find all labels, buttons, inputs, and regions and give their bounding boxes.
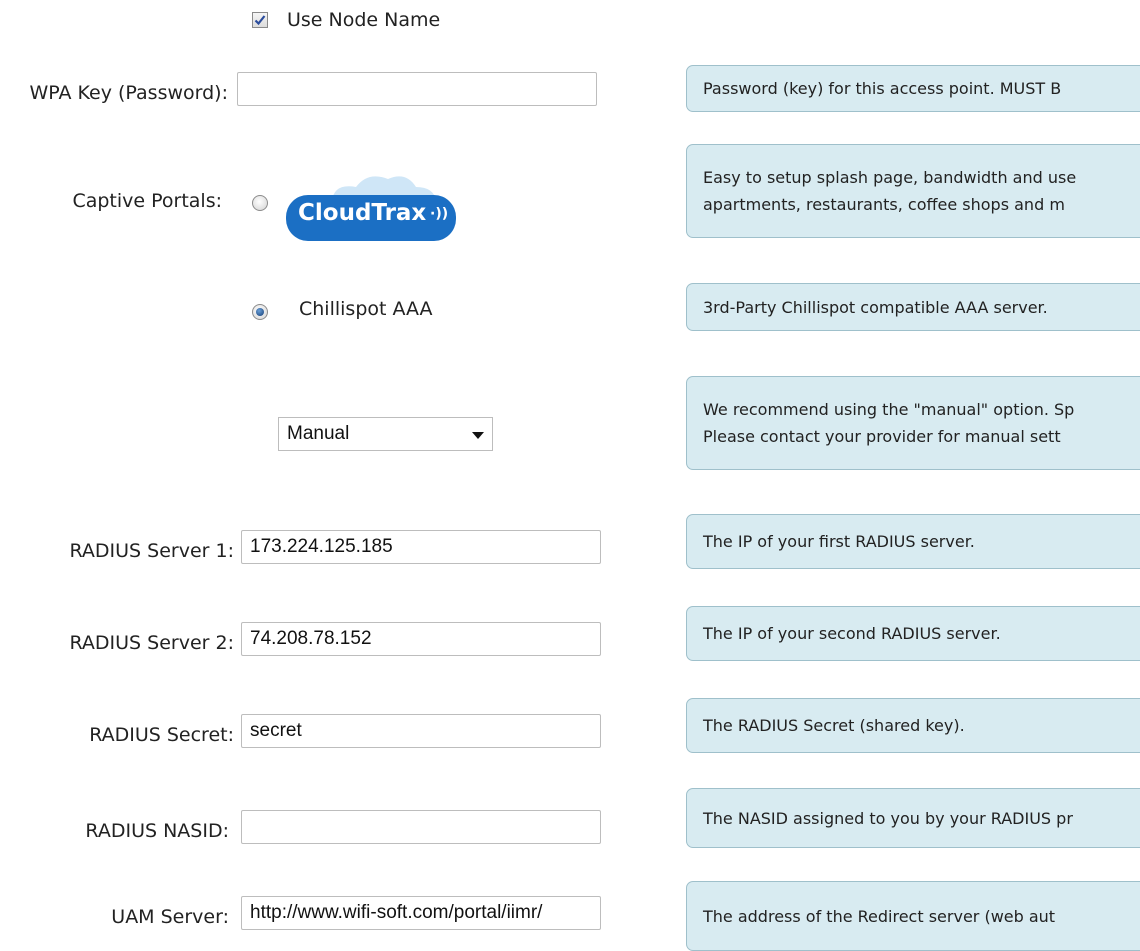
radius-secret-input[interactable] [241,714,601,748]
cloudtrax-radio[interactable] [252,195,268,211]
mode-select-value: Manual [287,423,350,444]
help-chillispot: 3rd-Party Chillispot compatible AAA serv… [686,283,1140,331]
captive-portals-label: Captive Portals: [72,190,222,212]
radius-nasid-label: RADIUS NASID: [85,820,229,842]
radius-nasid-input[interactable] [241,810,601,844]
help-radius-server-1: The IP of your first RADIUS server. [686,514,1140,569]
help-cloudtrax: Easy to setup splash page, bandwidth and… [686,144,1140,238]
checkmark-icon [254,15,266,26]
help-wpa-key: Password (key) for this access point. MU… [686,65,1140,112]
wpa-key-input[interactable] [237,72,597,106]
radio-selected-dot-icon [256,308,264,316]
chillispot-radio[interactable] [252,304,268,320]
wifi-waves-icon: ·)) [430,206,449,222]
radius-server-2-input[interactable] [241,622,601,656]
wpa-key-label: WPA Key (Password): [29,82,228,104]
help-manual: We recommend using the "manual" option. … [686,376,1140,470]
radius-server-1-label: RADIUS Server 1: [69,540,234,562]
use-node-name-checkbox[interactable] [252,12,268,28]
help-radius-secret: The RADIUS Secret (shared key). [686,698,1140,753]
mode-select[interactable]: Manual [278,417,493,451]
radius-secret-label: RADIUS Secret: [89,724,234,746]
use-node-name-label: Use Node Name [287,9,441,31]
chillispot-label: Chillispot AAA [299,298,433,320]
chevron-down-icon [472,432,484,439]
radius-server-1-input[interactable] [241,530,601,564]
uam-server-label: UAM Server: [111,906,229,928]
help-radius-nasid: The NASID assigned to you by your RADIUS… [686,788,1140,848]
uam-server-input[interactable] [241,896,601,930]
help-uam-server: The address of the Redirect server (web … [686,881,1140,951]
cloudtrax-logo[interactable]: CloudTrax ·)) [284,165,458,245]
help-radius-server-2: The IP of your second RADIUS server. [686,606,1140,661]
radius-server-2-label: RADIUS Server 2: [69,632,234,654]
cloudtrax-logo-text: CloudTrax [298,200,427,226]
